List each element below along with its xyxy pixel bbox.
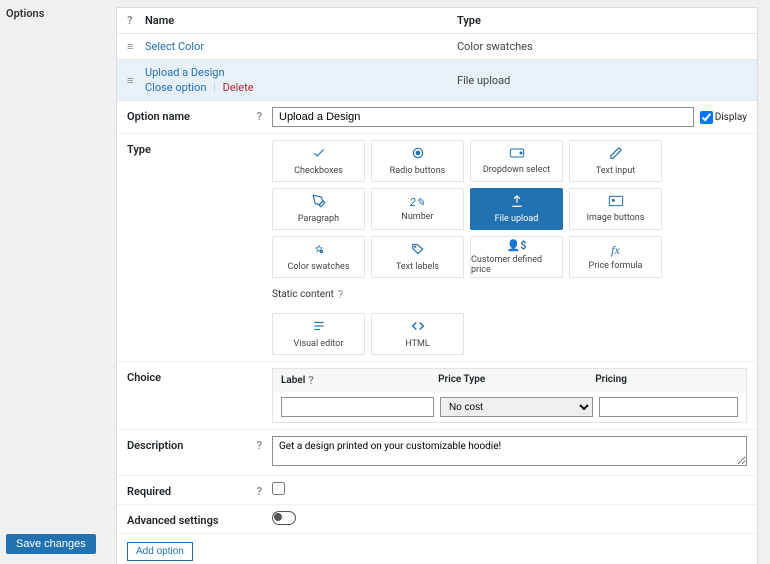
fx-icon: fx — [611, 243, 620, 258]
type-card-text-input[interactable]: Text input — [569, 140, 662, 182]
type-card-radio[interactable]: Radio buttons — [371, 140, 464, 182]
label-type: Type — [127, 143, 151, 156]
type-card-label: Radio buttons — [390, 166, 446, 176]
type-card-label: Text labels — [396, 262, 439, 272]
save-changes-button[interactable]: Save changes — [6, 534, 96, 554]
static-content-label: Static content ? — [272, 288, 747, 301]
advanced-toggle[interactable] — [272, 511, 296, 525]
type-card-label: HTML — [405, 339, 429, 349]
help-icon[interactable]: ? — [338, 288, 343, 301]
type-card-customer-price[interactable]: 👤$ Customer defined price — [470, 236, 563, 278]
option-name-link[interactable]: Select Color — [145, 40, 204, 53]
type-card-label: Checkboxes — [294, 166, 343, 176]
swatch-icon — [312, 242, 326, 259]
type-card-label: Customer defined price — [471, 255, 562, 275]
type-card-visual-editor[interactable]: Visual editor — [272, 313, 365, 355]
type-card-label: Price formula — [589, 261, 643, 271]
required-checkbox[interactable] — [272, 482, 285, 495]
option-name-link[interactable]: Upload a Design — [145, 66, 225, 79]
choice-col-price-type: Price Type — [438, 374, 595, 387]
type-card-label: Number — [401, 212, 433, 222]
row-option-name: Option name? Display — [117, 101, 757, 134]
section-label: Options — [6, 7, 44, 20]
help-icon[interactable]: ? — [257, 485, 262, 498]
choice-label-input[interactable] — [281, 397, 434, 417]
option-type: Color swatches — [457, 40, 747, 53]
tag-icon — [411, 242, 425, 259]
help-icon[interactable]: ? — [257, 439, 262, 452]
display-checkbox[interactable] — [700, 111, 713, 124]
type-card-label: Image buttons — [587, 213, 645, 223]
display-checkbox-wrap[interactable]: Display — [700, 111, 747, 124]
type-card-checkboxes[interactable]: Checkboxes — [272, 140, 365, 182]
drag-icon[interactable]: ≡ — [127, 74, 145, 87]
label-option-name: Option name — [127, 110, 190, 123]
add-option-button[interactable]: Add option — [127, 542, 193, 561]
dropdown-icon — [509, 147, 525, 162]
choice-col-pricing: Pricing — [595, 374, 738, 387]
help-icon[interactable]: ? — [257, 110, 262, 123]
type-card-image-buttons[interactable]: Image buttons — [569, 188, 662, 230]
type-card-text-labels[interactable]: Text labels — [371, 236, 464, 278]
choice-table: Label? Price Type Pricing No cost — [272, 368, 747, 423]
row-advanced: Advanced settings — [117, 505, 757, 534]
type-card-label: Text input — [596, 166, 635, 176]
type-card-file-upload[interactable]: File upload — [470, 188, 563, 230]
row-type: Type Checkboxes Radio buttons Dropdown sel… — [117, 134, 757, 362]
upload-icon — [510, 194, 524, 211]
row-description: Description? Get a design printed on you… — [117, 430, 757, 476]
option-row-2[interactable]: ≡ Upload a Design Close option | Delete … — [117, 60, 757, 101]
help-icon[interactable]: ? — [127, 14, 145, 27]
type-card-color-swatches[interactable]: Color swatches — [272, 236, 365, 278]
radio-icon — [411, 146, 425, 163]
label-advanced: Advanced settings — [127, 514, 218, 527]
col-name: Name — [145, 14, 457, 27]
person-icon: 👤$ — [507, 239, 527, 252]
type-card-price-formula[interactable]: fx Price formula — [569, 236, 662, 278]
options-panel: ? Name Type ≡ Select Color Color swatche… — [116, 7, 758, 564]
number-icon: 2✎ — [410, 196, 425, 209]
type-card-label: Dropdown select — [483, 165, 550, 175]
choice-pricing-input[interactable] — [599, 397, 738, 417]
label-required: Required — [127, 485, 171, 498]
type-card-label: Visual editor — [294, 339, 344, 349]
type-card-html[interactable]: HTML — [371, 313, 464, 355]
row-choice: Choice Label? Price Type Pricing No cost — [117, 362, 757, 430]
col-type: Type — [457, 14, 747, 27]
type-card-label: Color swatches — [288, 262, 350, 272]
delete-option-link[interactable]: Delete — [223, 81, 254, 94]
type-card-label: Paragraph — [298, 214, 339, 224]
close-option-link[interactable]: Close option — [145, 81, 206, 94]
pen-icon — [312, 194, 326, 211]
pencil-icon — [609, 146, 623, 163]
label-choice: Choice — [127, 371, 161, 384]
type-card-dropdown[interactable]: Dropdown select — [470, 140, 563, 182]
type-card-paragraph[interactable]: Paragraph — [272, 188, 365, 230]
check-icon — [312, 146, 326, 163]
option-type: File upload — [457, 74, 747, 87]
choice-col-label: Label — [281, 375, 305, 386]
type-card-label: File upload — [495, 214, 539, 224]
editor-icon — [312, 319, 326, 336]
option-name-input[interactable] — [272, 107, 694, 127]
options-header: ? Name Type — [117, 8, 757, 34]
choice-price-type-select[interactable]: No cost — [440, 397, 593, 417]
description-textarea[interactable]: Get a design printed on your customizabl… — [272, 436, 747, 466]
image-icon — [608, 195, 624, 210]
label-description: Description — [127, 439, 183, 452]
help-icon[interactable]: ? — [308, 374, 313, 387]
drag-icon[interactable]: ≡ — [127, 40, 145, 53]
option-row-1[interactable]: ≡ Select Color Color swatches — [117, 34, 757, 60]
row-required: Required? — [117, 476, 757, 505]
type-card-number[interactable]: 2✎ Number — [371, 188, 464, 230]
html-icon — [410, 319, 426, 336]
